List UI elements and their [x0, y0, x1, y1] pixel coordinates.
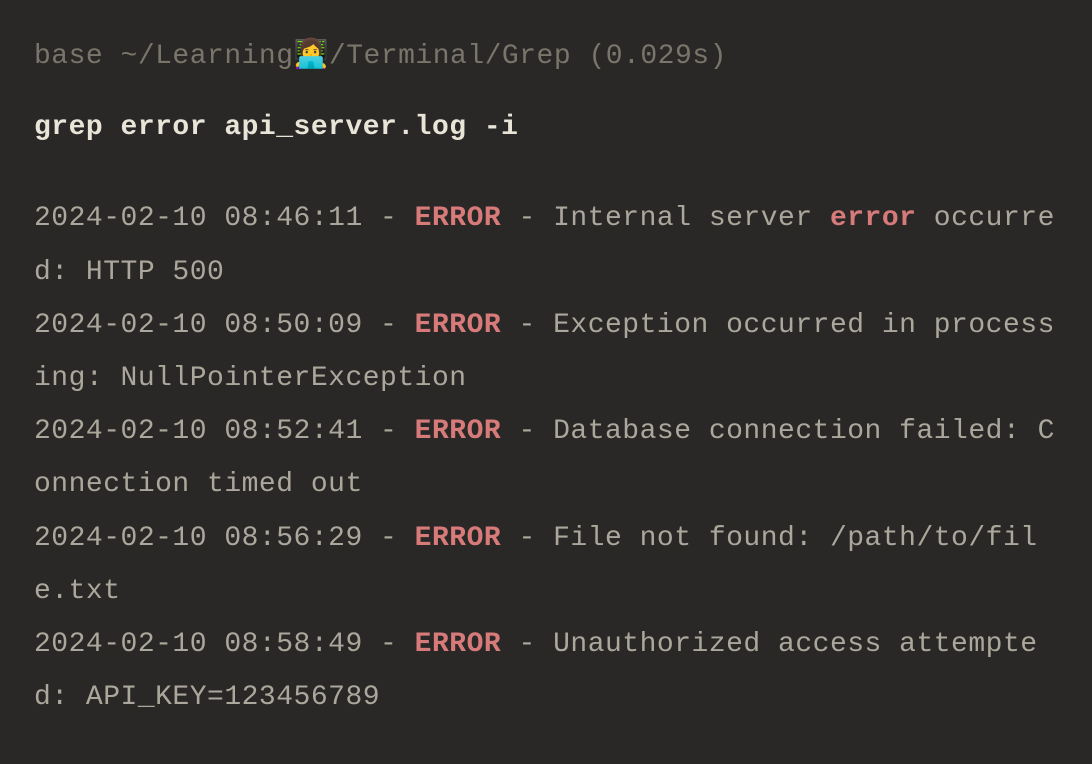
- output-text: 2024-02-10 08:58:49 -: [34, 629, 415, 660]
- shell-prompt: base ~/Learning👩‍💻/Terminal/Grep (0.029s…: [34, 30, 1062, 83]
- output-text: 2024-02-10 08:50:09 -: [34, 310, 415, 341]
- match-highlight: ERROR: [415, 310, 502, 341]
- match-highlight: ERROR: [415, 629, 502, 660]
- output-line: 2024-02-10 08:56:29 - ERROR - File not f…: [34, 512, 1062, 618]
- output-line: 2024-02-10 08:52:41 - ERROR - Database c…: [34, 405, 1062, 511]
- match-highlight: error: [830, 203, 917, 234]
- match-highlight: ERROR: [415, 203, 502, 234]
- command-input[interactable]: grep error api_server.log -i: [34, 101, 1062, 154]
- output-text: 2024-02-10 08:52:41 -: [34, 416, 415, 447]
- match-highlight: ERROR: [415, 523, 502, 554]
- output-line: 2024-02-10 08:46:11 - ERROR - Internal s…: [34, 192, 1062, 298]
- match-highlight: ERROR: [415, 416, 502, 447]
- output-line: 2024-02-10 08:58:49 - ERROR - Unauthoriz…: [34, 618, 1062, 724]
- output-text: 2024-02-10 08:46:11 -: [34, 203, 415, 234]
- output-text: - Internal server: [501, 203, 830, 234]
- output-line: 2024-02-10 08:50:09 - ERROR - Exception …: [34, 299, 1062, 405]
- output-text: 2024-02-10 08:56:29 -: [34, 523, 415, 554]
- command-output: 2024-02-10 08:46:11 - ERROR - Internal s…: [34, 192, 1062, 724]
